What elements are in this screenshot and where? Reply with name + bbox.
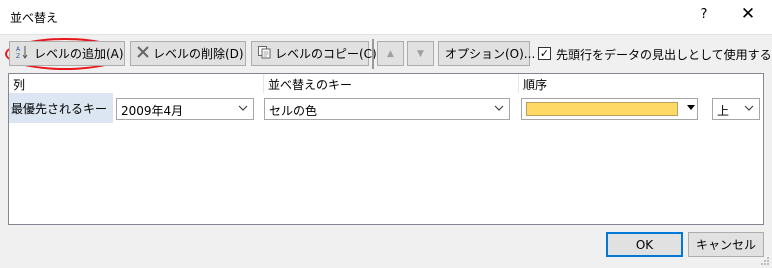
svg-text:A: A (16, 46, 21, 53)
column-header-order: 順序 (523, 78, 548, 92)
delete-level-label: レベルの削除(D) (153, 47, 244, 61)
column-header-sort-on: 並べ替えのキー (264, 74, 519, 93)
copy-level-label: レベルのコピー(C) (275, 47, 377, 61)
column-header-column: 列 (9, 74, 264, 93)
header-row-checkbox-label[interactable]: 先頭行をデータの見出しとして使用する(H) (556, 46, 772, 63)
delete-level-button[interactable]: レベルの削除(D) (130, 41, 246, 66)
order-select[interactable]: 上 (712, 98, 760, 120)
x-icon (137, 46, 149, 61)
move-down-button[interactable]: ▼ (407, 41, 434, 66)
cancel-button[interactable]: キャンセル (688, 232, 764, 257)
sort-levels-grid: 列 並べ替えのキー 順序 最優先されるキー 2009年4月 セルの色 上 (8, 73, 764, 225)
level-row-label[interactable]: 最優先されるキー (9, 93, 113, 123)
help-button[interactable]: ? (696, 7, 712, 22)
chevron-down-icon (741, 101, 757, 117)
resize-grip-icon[interactable] (760, 256, 770, 266)
cancel-label: キャンセル (695, 238, 756, 252)
sort-on-select-value: セルの色 (269, 104, 318, 118)
ok-label: OK (635, 237, 654, 252)
options-label: オプション(O)... (445, 47, 536, 61)
ok-button[interactable]: OK (606, 232, 683, 257)
header-row-checkbox[interactable]: ✓ (538, 47, 551, 60)
chevron-down-icon (235, 101, 251, 117)
cell-color-select[interactable] (521, 98, 698, 120)
copy-icon (258, 45, 271, 62)
title-bar: 並べ替え ? ✕ (0, 0, 772, 34)
sort-on-select[interactable]: セルの色 (264, 98, 510, 120)
svg-text:Z: Z (16, 53, 20, 59)
order-select-value: 上 (717, 104, 730, 118)
caret-down-icon (687, 103, 695, 113)
dialog-body: AZ レベルの追加(A) レベルの削除(D) レベルのコピー(C) ▲ ▼ オプ… (0, 34, 772, 268)
move-up-button[interactable]: ▲ (377, 41, 404, 66)
copy-level-button[interactable]: レベルのコピー(C) (251, 41, 377, 66)
sort-az-icon: AZ (16, 45, 30, 62)
close-button[interactable]: ✕ (739, 5, 757, 23)
chevron-down-icon (491, 101, 507, 117)
column-select-value: 2009年4月 (121, 104, 184, 118)
column-select[interactable]: 2009年4月 (116, 98, 254, 120)
move-up-icon: ▲ (387, 48, 394, 59)
options-button[interactable]: オプション(O)... (438, 41, 535, 66)
move-down-icon: ▼ (417, 48, 424, 59)
add-level-label: レベルの追加(A) (34, 47, 124, 61)
cell-color-swatch (526, 102, 678, 116)
add-level-button[interactable]: AZ レベルの追加(A) (9, 41, 125, 66)
window-title: 並べ替え (10, 11, 59, 25)
toolbar-separator (372, 39, 374, 69)
